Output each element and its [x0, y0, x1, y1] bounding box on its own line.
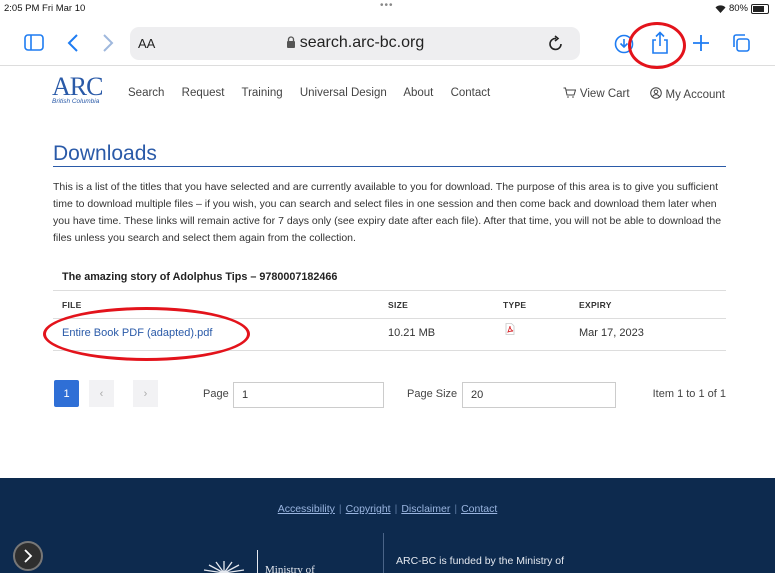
page-title: Downloads — [53, 142, 157, 165]
chevron-right-icon — [24, 549, 33, 563]
page-1-button[interactable]: 1 — [54, 380, 79, 407]
footer-link-contact[interactable]: Contact — [461, 503, 497, 515]
cart-icon — [563, 87, 577, 98]
footer-link-accessibility[interactable]: Accessibility — [278, 503, 335, 515]
column-header-expiry: EXPIRY — [579, 300, 612, 310]
annotation-circle-share — [628, 22, 686, 69]
footer-separator: | — [454, 503, 458, 515]
file-size: 10.21 MB — [388, 327, 436, 339]
url-text: search.arc-bc.org — [299, 34, 425, 51]
nav-universal-design[interactable]: Universal Design — [300, 87, 387, 99]
my-account-link[interactable]: My Account — [649, 87, 725, 101]
main-nav: Search Request Training Universal Design… — [128, 87, 504, 99]
status-time: 2:05 PM Fri Mar 10 — [4, 3, 86, 14]
nav-contact[interactable]: Contact — [451, 87, 491, 99]
account-nav: View Cart My Account — [563, 87, 725, 101]
arc-logo[interactable]: ARC British Columbia — [52, 72, 103, 106]
footer-divider — [383, 533, 384, 573]
page-size-label: Page Size — [407, 388, 458, 400]
multitask-dots[interactable]: ••• — [380, 0, 394, 11]
reload-icon[interactable] — [548, 35, 564, 52]
my-account-label: My Account — [665, 89, 725, 101]
pagination-info: Item 1 to 1 of 1 — [652, 388, 726, 400]
battery-indicator: 80% — [715, 3, 769, 14]
next-page-button[interactable]: › — [133, 380, 158, 407]
footer-link-disclaimer[interactable]: Disclaimer — [401, 503, 450, 515]
footer-links: Accessibility | Copyright | Disclaimer | Conta… — [0, 503, 775, 515]
nav-about[interactable]: About — [403, 87, 433, 99]
site-header: ARC British Columbia Search Request Trai… — [0, 66, 775, 118]
logo-subtext: British Columbia — [52, 98, 100, 105]
url-display[interactable]: search.arc-bc.org — [130, 34, 580, 52]
logo-text: ARC — [52, 72, 103, 101]
nav-training[interactable]: Training — [241, 87, 282, 99]
battery-icon — [751, 3, 769, 14]
expand-toolbar-button[interactable] — [13, 541, 43, 571]
column-header-size: SIZE — [388, 300, 409, 310]
ministry-divider — [257, 550, 258, 573]
column-header-file: FILE — [62, 300, 82, 310]
back-icon[interactable] — [67, 33, 79, 53]
book-title: The amazing story of Adolphus Tips – 978… — [62, 271, 338, 283]
footer-separator: | — [394, 503, 398, 515]
view-cart-link[interactable]: View Cart — [563, 87, 630, 101]
wifi-icon — [715, 4, 726, 13]
page-number-input[interactable]: 1 — [233, 382, 384, 408]
table-top-rule — [53, 290, 726, 291]
footer-separator: | — [338, 503, 342, 515]
nav-search[interactable]: Search — [128, 87, 164, 99]
intro-paragraph: This is a list of the titles that you ha… — [53, 181, 722, 244]
bc-government-sun-logo — [203, 561, 245, 573]
tabs-overview-icon[interactable] — [731, 33, 751, 53]
battery-percent: 80% — [728, 3, 748, 14]
status-bar: 2:05 PM Fri Mar 10 ••• 80% — [0, 0, 775, 22]
column-header-type: TYPE — [503, 300, 527, 310]
ministry-logo-text: Ministry of — [265, 564, 315, 576]
nav-request[interactable]: Request — [182, 87, 225, 99]
view-cart-label: View Cart — [579, 88, 630, 100]
title-underline — [53, 166, 726, 167]
new-tab-icon[interactable] — [692, 34, 710, 52]
forward-icon[interactable] — [102, 33, 114, 53]
file-expiry: Mar 17, 2023 — [579, 327, 644, 339]
annotation-circle-file — [43, 307, 250, 361]
funding-statement: ARC-BC is funded by the Ministry of — [396, 555, 565, 567]
sidebar-icon[interactable] — [24, 34, 44, 51]
prev-page-button[interactable]: ‹ — [89, 380, 114, 407]
page-size-input[interactable]: 20 — [462, 382, 616, 408]
lock-icon — [286, 36, 295, 48]
footer-link-copyright[interactable]: Copyright — [346, 503, 391, 515]
page-label: Page — [203, 388, 229, 400]
user-icon — [649, 87, 662, 99]
site-footer: Accessibility | Copyright | Disclaimer | Conta… — [0, 478, 775, 576]
pdf-icon — [505, 323, 515, 338]
address-bar[interactable]: AA search.arc-bc.org — [130, 27, 580, 60]
